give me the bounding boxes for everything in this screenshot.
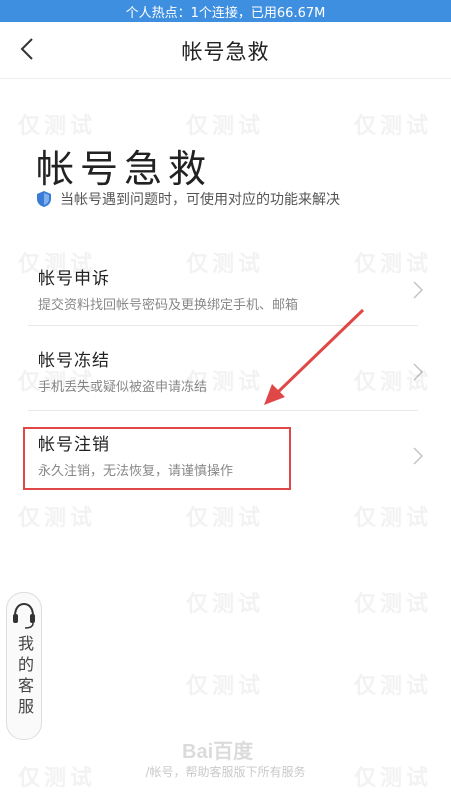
- chevron-right-icon: [413, 447, 424, 465]
- watermark: 仅测试: [186, 592, 265, 617]
- watermark: 仅测试: [186, 506, 265, 531]
- divider: [28, 410, 418, 411]
- chevron-right-icon: [413, 363, 424, 381]
- hint-row: 当帐号遇到问题时，可使用对应的功能来解决: [36, 189, 340, 209]
- footer-text: /帐号，帮助客服版下所有服务: [145, 765, 306, 779]
- status-bar-text: 个人热点：1个连接，已用66.67M: [125, 5, 326, 21]
- watermark: 仅测试: [354, 674, 433, 699]
- customer-service-button[interactable]: 我的客服: [6, 592, 42, 740]
- item-title: 帐号冻结: [38, 351, 110, 371]
- list-item-appeal[interactable]: 帐号申诉 提交资料找回帐号密码及更换绑定手机、邮箱: [28, 258, 428, 328]
- nav-bar: 帐号急救: [0, 22, 451, 79]
- watermark: 仅测试: [186, 674, 265, 699]
- list-item-freeze[interactable]: 帐号冻结 手机丢失或疑似被盗申请冻结: [28, 340, 428, 410]
- watermark: 仅测试: [18, 506, 97, 531]
- watermark: 仅测试: [354, 506, 433, 531]
- watermark: 仅测试: [354, 114, 433, 139]
- item-description: 手机丢失或疑似被盗申请冻结: [38, 380, 208, 395]
- item-description: 提交资料找回帐号密码及更换绑定手机、邮箱: [38, 298, 299, 313]
- customer-service-label: 我的客服: [15, 635, 34, 719]
- headset-icon: [13, 602, 35, 629]
- highlight-box: [23, 427, 291, 490]
- divider: [28, 325, 418, 326]
- nav-title: 帐号急救: [181, 40, 270, 64]
- watermark: 仅测试: [354, 592, 433, 617]
- watermark: 仅测试: [186, 114, 265, 139]
- watermark: 仅测试: [18, 114, 97, 139]
- hint-text: 当帐号遇到问题时，可使用对应的功能来解决: [60, 192, 340, 208]
- item-title: 帐号申诉: [38, 269, 110, 289]
- baidu-watermark: Bai百度: [182, 741, 254, 763]
- page-title: 帐号急救: [36, 147, 213, 191]
- status-bar: 个人热点：1个连接，已用66.67M: [0, 0, 451, 22]
- shield-icon: [37, 191, 51, 207]
- chevron-right-icon: [413, 281, 424, 299]
